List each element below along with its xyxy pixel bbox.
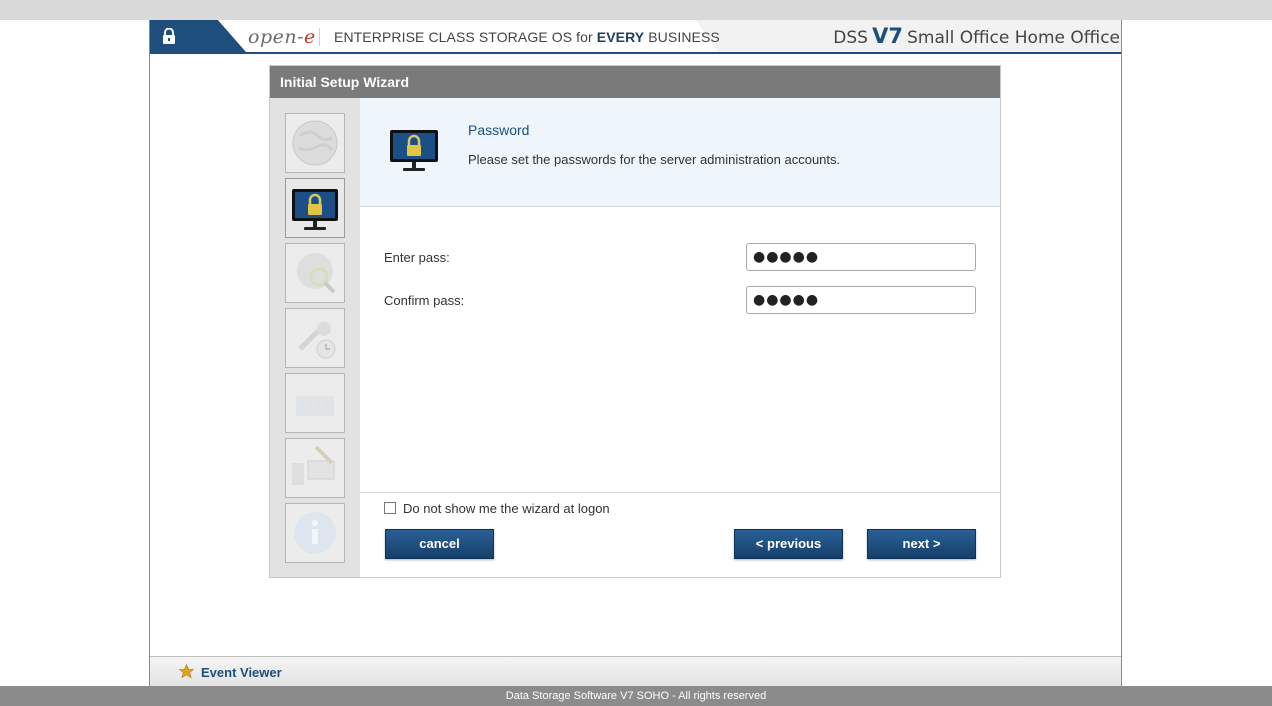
setup-wizard: Initial Setup Wizard Password Please set… <box>269 65 1001 578</box>
next-button[interactable]: next > <box>867 529 976 559</box>
monitor-lock-icon <box>292 189 338 230</box>
network-search-icon <box>297 253 336 294</box>
star-icon[interactable] <box>178 663 195 680</box>
wizard-steps <box>270 98 360 577</box>
calendar-grid-icon <box>296 396 334 416</box>
globe-icon <box>292 120 338 166</box>
tools-clock-icon <box>298 322 336 359</box>
tagline: ENTERPRISE CLASS STORAGE OS for EVERY BU… <box>334 29 720 45</box>
step-time[interactable] <box>285 308 345 368</box>
enter-pass-row: Enter pass: <box>384 243 976 271</box>
step-globe[interactable] <box>285 113 345 173</box>
lock-icon <box>163 28 175 44</box>
step-network[interactable] <box>285 243 345 303</box>
header-separator <box>319 28 320 46</box>
app-frame: open-e ENTERPRISE CLASS STORAGE OS for E… <box>149 20 1122 686</box>
hide-wizard-checkbox[interactable] <box>384 502 396 514</box>
enter-pass-label: Enter pass: <box>384 250 450 265</box>
confirm-pass-label: Confirm pass: <box>384 293 465 308</box>
confirm-pass-row: Confirm pass: <box>384 286 976 314</box>
step-update[interactable] <box>285 438 345 498</box>
top-strip <box>0 0 1272 20</box>
step-title: Password <box>468 122 530 138</box>
confirm-pass-input[interactable] <box>746 286 976 314</box>
step-description: Please set the passwords for the server … <box>468 152 841 167</box>
wizard-footer: Do not show me the wizard at logon cance… <box>360 492 1000 577</box>
step-info-panel: Password Please set the passwords for th… <box>360 98 1000 207</box>
monitor-lock-icon <box>390 130 438 171</box>
open-e-logo: open-e <box>248 26 316 48</box>
pc-brush-icon <box>292 445 335 485</box>
product-brand: DSS V7 Small Office Home Office <box>833 24 1120 48</box>
copyright: Data Storage Software V7 SOHO - All righ… <box>0 686 1272 706</box>
info-icon <box>294 512 336 554</box>
enter-pass-input[interactable] <box>746 243 976 271</box>
hide-wizard-label[interactable]: Do not show me the wizard at logon <box>403 501 610 516</box>
wizard-title: Initial Setup Wizard <box>270 66 1000 98</box>
step-info[interactable] <box>285 503 345 563</box>
step-password[interactable] <box>285 178 345 238</box>
step-schedule[interactable] <box>285 373 345 433</box>
event-viewer-link[interactable]: Event Viewer <box>201 665 282 680</box>
header: open-e ENTERPRISE CLASS STORAGE OS for E… <box>150 20 1121 54</box>
previous-button[interactable]: < previous <box>734 529 843 559</box>
bottom-bar: Event Viewer <box>150 656 1121 686</box>
cancel-button[interactable]: cancel <box>385 529 494 559</box>
